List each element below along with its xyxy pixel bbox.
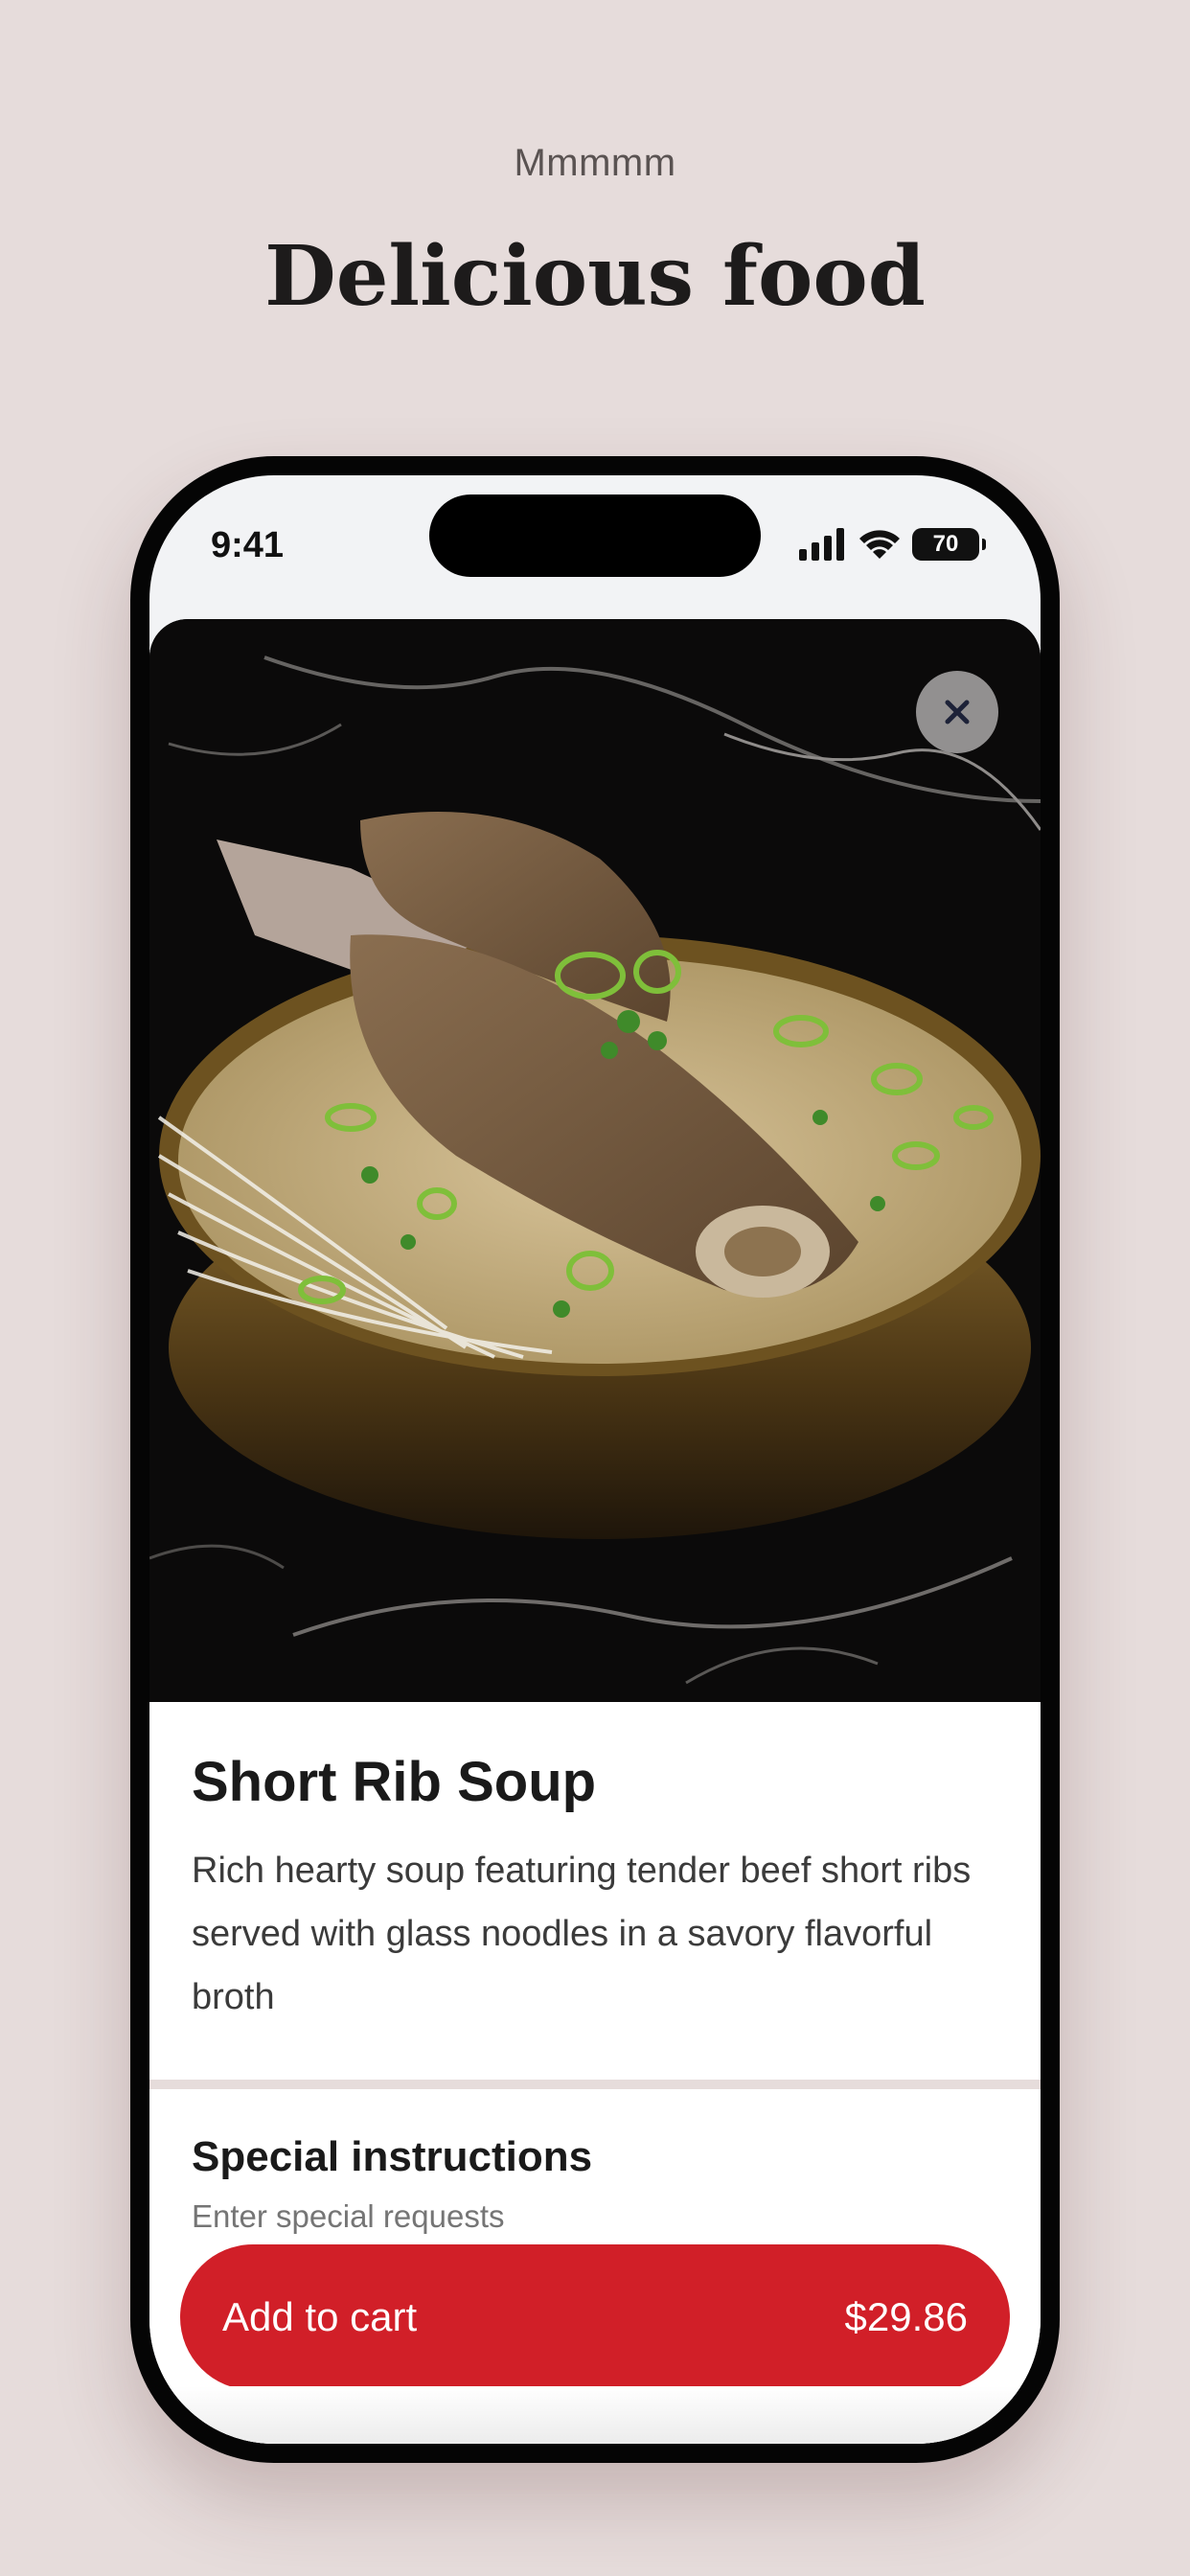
battery-icon: 70 xyxy=(912,528,986,561)
dynamic-island xyxy=(429,494,761,577)
product-sheet: Short Rib Soup Rich hearty soup featurin… xyxy=(149,619,1041,2444)
cellular-signal-icon xyxy=(799,528,844,561)
add-to-cart-button[interactable]: Add to cart $29.86 xyxy=(180,2244,1010,2390)
close-button[interactable] xyxy=(916,671,998,753)
product-name: Short Rib Soup xyxy=(192,1751,597,1813)
special-instructions-title: Special instructions xyxy=(192,2133,593,2180)
add-to-cart-label: Add to cart xyxy=(222,2294,418,2339)
eyebrow-text: Mmmmm xyxy=(514,142,676,184)
status-time: 9:41 xyxy=(211,525,285,565)
section-divider xyxy=(149,2080,1041,2089)
phone-screen: 9:41 70 Short Rib Soup Rich hearty soup … xyxy=(149,475,1041,2444)
special-instructions-section: Special instructions xyxy=(192,2133,998,2235)
close-icon xyxy=(945,700,970,724)
cart-price: $29.86 xyxy=(844,2294,968,2339)
page-headline: Delicious food xyxy=(264,228,926,325)
bottom-safe-area xyxy=(149,2386,1041,2444)
status-icons: 70 xyxy=(799,525,986,564)
product-details: Short Rib Soup Rich hearty soup featurin… xyxy=(192,1750,998,2029)
phone-frame: 9:41 70 Short Rib Soup Rich hearty soup … xyxy=(130,456,1060,2463)
food-photo-illustration xyxy=(149,619,1041,1702)
special-instructions-input[interactable] xyxy=(192,2198,998,2235)
wifi-icon xyxy=(859,530,900,559)
food-photo xyxy=(149,619,1041,1702)
product-description: Rich hearty soup featuring tender beef s… xyxy=(192,1851,972,2017)
